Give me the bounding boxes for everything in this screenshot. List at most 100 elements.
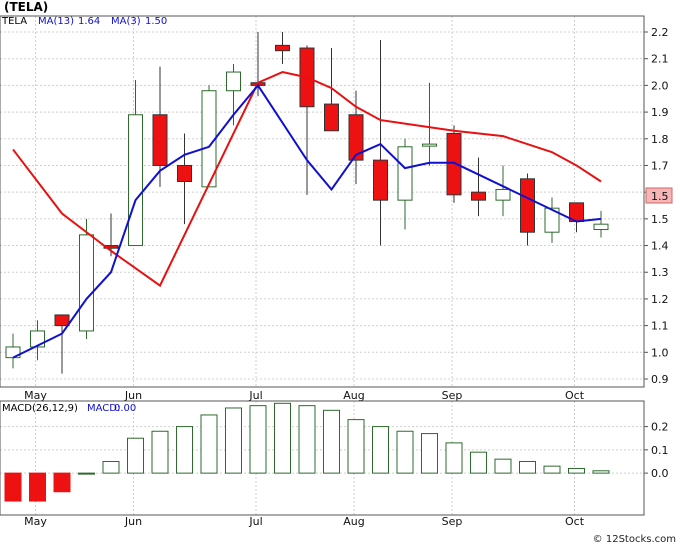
- price-y-tick-label: 1.8: [651, 133, 669, 146]
- macd-y-tick-label: 0.1: [651, 444, 669, 457]
- candle: [495, 165, 511, 217]
- macd-x-tick-label: Aug: [343, 515, 364, 528]
- chart-title: (TELA): [4, 0, 48, 14]
- price-x-tick-label: Aug: [343, 389, 364, 402]
- legend-symbol: TELA: [1, 16, 27, 27]
- candle: [152, 66, 168, 187]
- macd-bar: [445, 442, 463, 474]
- macd-bar: [29, 472, 46, 502]
- candle: [177, 133, 192, 225]
- candle: [471, 157, 486, 217]
- price-x-tick-label: Oct: [565, 389, 585, 402]
- macd-bar: [200, 414, 218, 474]
- macd-bar: [421, 433, 438, 474]
- candle: [201, 85, 217, 188]
- stock-chart: 2.22.12.01.91.81.71.61.51.41.31.21.11.00…: [0, 0, 680, 546]
- price-gridlines: [0, 16, 644, 387]
- candle-body: [177, 164, 192, 182]
- macd-bar: [372, 426, 389, 474]
- macd-bar: [151, 430, 169, 474]
- macd-bar: [78, 472, 95, 475]
- candle-body: [324, 103, 339, 132]
- price-y-tick-label: 2.1: [651, 53, 669, 66]
- watermark: © 12Stocks.com: [593, 534, 676, 545]
- candles: [5, 32, 609, 374]
- last-price-label: 1.5: [651, 190, 669, 203]
- macd-x-tick-label: Jul: [248, 515, 262, 528]
- candle-body: [397, 146, 413, 201]
- macd-y-tick-label: 0.2: [651, 421, 669, 434]
- macd-bar: [127, 437, 144, 474]
- macd-bar: [396, 430, 414, 474]
- legend-ma3-value: 1.50: [145, 16, 167, 27]
- price-y-tick-label: 1.3: [651, 266, 669, 279]
- macd-x-tick-label: May: [24, 515, 47, 528]
- macd-bar: [543, 465, 561, 474]
- candle-body: [593, 223, 609, 231]
- macd-legend-label: MACD(26,12,9): [2, 403, 78, 414]
- macd-bar: [298, 405, 316, 474]
- legend-ma13-label: MA(13): [38, 16, 74, 27]
- candle: [30, 320, 45, 361]
- macd-bar: [53, 472, 71, 493]
- candle: [520, 173, 535, 246]
- macd-x-tick-label: Oct: [565, 515, 585, 528]
- macd-y-axis: 0.2 0.1 0.0: [644, 421, 669, 480]
- chart-canvas: 2.22.12.01.91.81.71.61.51.41.31.21.11.00…: [0, 0, 676, 545]
- candle-body: [373, 159, 388, 201]
- macd-bar: [274, 402, 291, 474]
- price-y-tick-label: 0.9: [651, 373, 669, 386]
- price-x-tick-label: Jul: [248, 389, 262, 402]
- macd-bar: [4, 472, 22, 502]
- price-x-tick-label: Jun: [124, 389, 142, 402]
- macd-bar: [494, 458, 512, 474]
- candle: [569, 202, 584, 233]
- price-x-tick-label: May: [24, 389, 47, 402]
- candle-body: [226, 71, 241, 92]
- candle: [128, 80, 143, 247]
- candle-body: [54, 314, 70, 327]
- macd-x-tick-label: Jun: [124, 515, 142, 528]
- macd-bar: [470, 451, 487, 474]
- candle: [54, 314, 70, 374]
- price-y-tick-label: 1.5: [651, 213, 669, 226]
- price-y-tick-label: 2.2: [651, 26, 669, 39]
- candle: [324, 48, 339, 132]
- candle-body: [520, 178, 535, 233]
- price-y-tick-label: 2.0: [651, 79, 669, 92]
- candle-body: [128, 114, 143, 247]
- candle-body: [495, 188, 511, 201]
- macd-bar: [568, 467, 585, 474]
- macd-bar: [519, 460, 536, 474]
- candle-body: [152, 114, 168, 166]
- price-x-axis: May Jun Jul Aug Sep Oct: [24, 389, 585, 402]
- macd-panel-frame: [0, 400, 645, 516]
- macd-y-tick-label: 0.0: [651, 467, 669, 480]
- price-y-tick-label: 1.1: [651, 320, 669, 333]
- candle: [593, 210, 609, 238]
- candle: [5, 333, 21, 369]
- macd-legend-macd-value: 0.00: [114, 403, 136, 414]
- macd-x-tick-label: Sep: [442, 515, 463, 528]
- price-y-axis: 2.22.12.01.91.81.71.61.51.41.31.21.11.00…: [644, 26, 669, 386]
- candle: [422, 82, 437, 166]
- price-y-tick-label: 1.7: [651, 159, 669, 172]
- candle: [544, 197, 560, 243]
- candle-body: [79, 234, 94, 332]
- candle: [373, 40, 388, 246]
- candle: [299, 45, 315, 195]
- price-x-tick-label: Sep: [442, 389, 463, 402]
- macd-bar: [225, 407, 242, 474]
- macd-bar: [249, 405, 267, 474]
- macd-bar: [323, 409, 340, 474]
- candle: [348, 90, 364, 185]
- price-y-tick-label: 1.0: [651, 346, 669, 359]
- price-y-tick-label: 1.2: [651, 293, 669, 306]
- candle: [397, 138, 413, 230]
- legend-ma13-value: 1.64: [78, 16, 100, 27]
- candle: [275, 32, 290, 65]
- price-y-tick-label: 1.9: [651, 106, 669, 119]
- price-panel-frame: [0, 15, 645, 388]
- macd-x-axis: May Jun Jul Aug Sep Oct: [24, 515, 585, 528]
- macd-gridlines: [0, 401, 644, 515]
